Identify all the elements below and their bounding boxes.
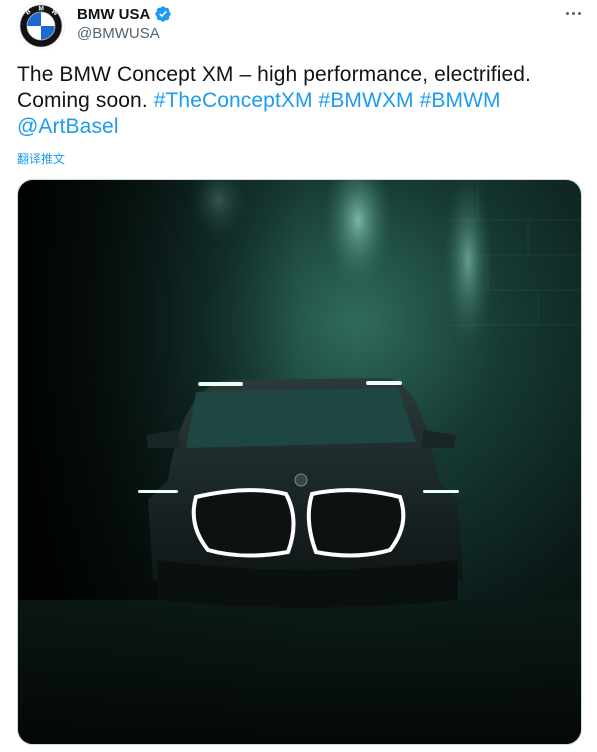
- author-display-name[interactable]: BMW USA: [77, 6, 150, 23]
- author-name-row: BMW USA: [77, 5, 172, 23]
- car-photo: [18, 180, 581, 744]
- tweet-media-image[interactable]: [17, 179, 582, 745]
- avatar[interactable]: B M W: [17, 2, 65, 50]
- mention-artbasel[interactable]: @ArtBasel: [17, 115, 119, 138]
- bmw-roundel-logo-icon: B M W: [17, 2, 65, 50]
- tweet-text: The BMW Concept XM – high performance, e…: [17, 62, 582, 140]
- logo-letter-m: M: [39, 5, 44, 12]
- verified-badge-icon: [154, 5, 172, 23]
- more-options-button[interactable]: [560, 0, 586, 26]
- hashtag-theconceptxm[interactable]: #TheConceptXM: [154, 89, 313, 112]
- translate-tweet-link[interactable]: 翻译推文: [17, 150, 65, 167]
- tweet-card: B M W BMW USA @BMWUSA The BMW Concept XM…: [0, 0, 597, 752]
- author-handle[interactable]: @BMWUSA: [77, 25, 160, 42]
- hashtag-bmwxm[interactable]: #BMWXM: [319, 89, 414, 112]
- hashtag-bmwm[interactable]: #BMWM: [420, 89, 501, 112]
- more-options-icon: [565, 11, 569, 15]
